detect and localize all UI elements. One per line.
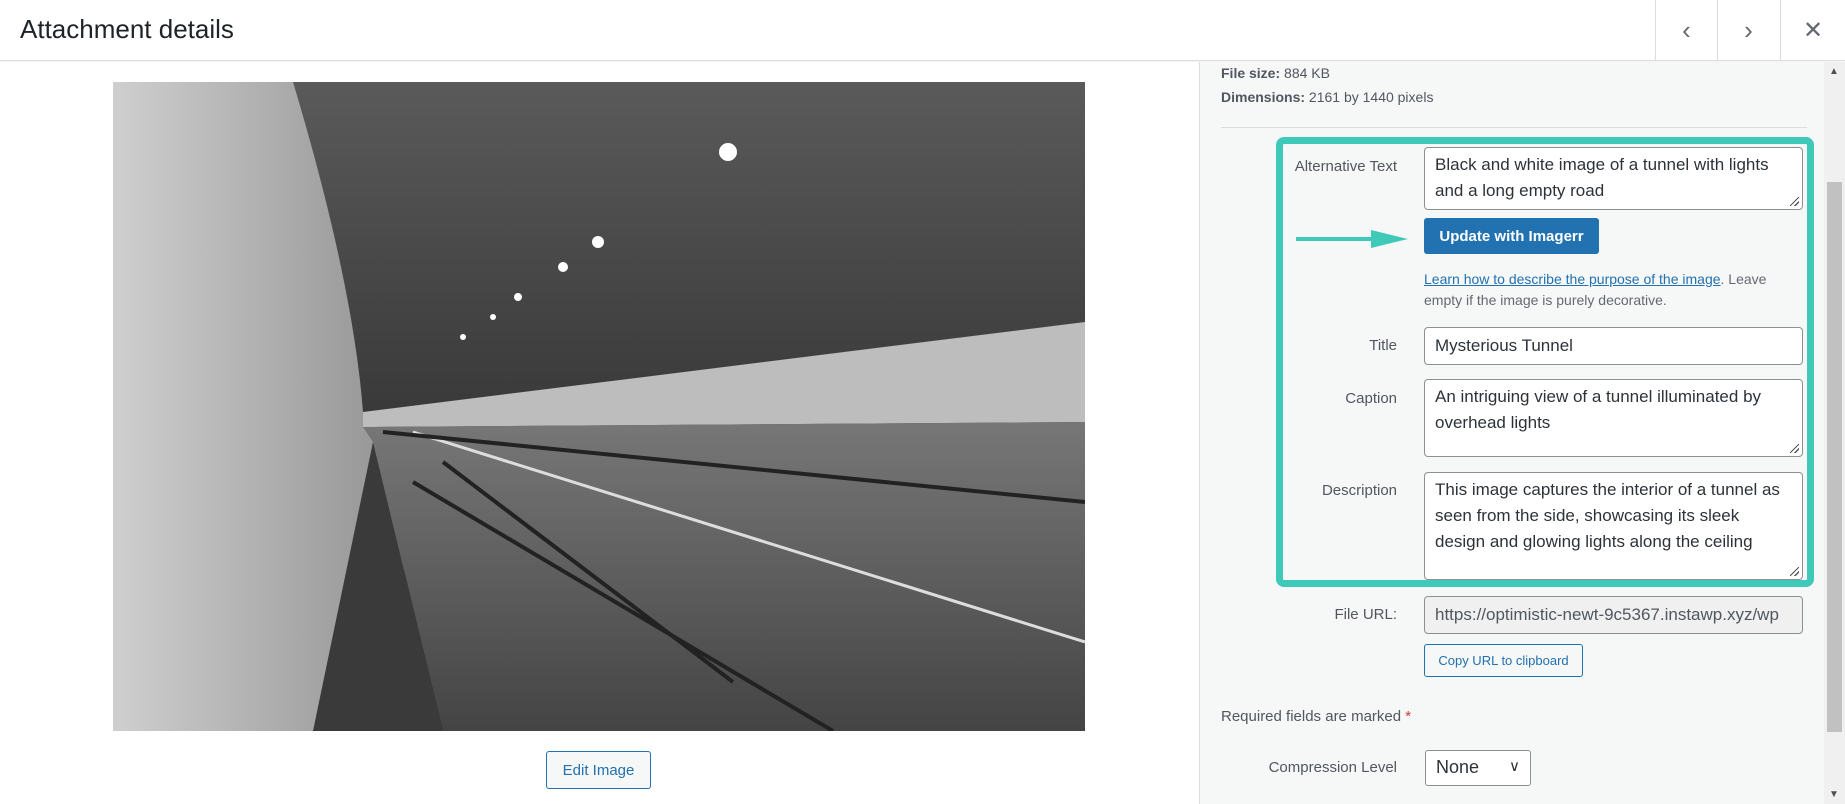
file-url-field[interactable]: https://optimistic-newt-9c5367.instawp.x… xyxy=(1424,596,1803,634)
alt-help-link[interactable]: Learn how to describe the purpose of the… xyxy=(1424,271,1721,287)
alt-text-label: Alternative Text xyxy=(1294,158,1397,175)
next-button[interactable]: › xyxy=(1717,0,1779,61)
update-with-imagerr-button[interactable]: Update with Imagerr xyxy=(1424,218,1599,254)
details-pane: File size: 884 KB Dimensions: 2161 by 14… xyxy=(1199,62,1845,804)
description-field[interactable]: This image captures the interior of a tu… xyxy=(1424,472,1803,580)
divider xyxy=(1221,127,1807,128)
title-label: Title xyxy=(1369,337,1397,354)
arrow-icon xyxy=(1296,230,1408,248)
compression-label: Compression Level xyxy=(1268,759,1397,776)
description-label: Description xyxy=(1321,482,1397,499)
caption-label: Caption xyxy=(1345,390,1397,407)
scrollbar-thumb[interactable] xyxy=(1827,182,1842,732)
previous-button[interactable]: ‹ xyxy=(1655,0,1717,61)
file-size: File size: 884 KB xyxy=(1221,65,1330,81)
required-fields-note: Required fields are marked * xyxy=(1221,708,1412,725)
scrollbar[interactable]: ▲ ▼ xyxy=(1824,62,1845,804)
file-url-label: File URL: xyxy=(1334,606,1397,623)
close-icon: ✕ xyxy=(1802,17,1824,44)
edit-image-button[interactable]: Edit Image xyxy=(546,751,651,789)
chevron-left-icon: ‹ xyxy=(1682,15,1691,45)
alt-help-text: Learn how to describe the purpose of the… xyxy=(1424,271,1767,308)
chevron-down-icon: ∨ xyxy=(1509,758,1520,775)
scroll-up-icon[interactable]: ▲ xyxy=(1829,66,1839,77)
preview-pane: Edit Image xyxy=(0,62,1199,804)
caption-field[interactable]: An intriguing view of a tunnel illuminat… xyxy=(1424,379,1803,457)
close-button[interactable]: ✕ xyxy=(1780,0,1845,61)
dimensions: Dimensions: 2161 by 1440 pixels xyxy=(1221,89,1434,105)
scroll-down-icon[interactable]: ▼ xyxy=(1829,789,1839,800)
title-field[interactable]: Mysterious Tunnel xyxy=(1424,327,1803,365)
modal-header: Attachment details ‹ › ✕ xyxy=(0,0,1845,61)
copy-url-button[interactable]: Copy URL to clipboard xyxy=(1424,644,1583,677)
attachment-image xyxy=(113,82,1085,731)
compression-select[interactable]: None ∨ xyxy=(1425,750,1531,786)
alt-text-field[interactable]: Black and white image of a tunnel with l… xyxy=(1424,147,1803,210)
chevron-right-icon: › xyxy=(1744,15,1753,45)
page-title: Attachment details xyxy=(20,14,234,44)
